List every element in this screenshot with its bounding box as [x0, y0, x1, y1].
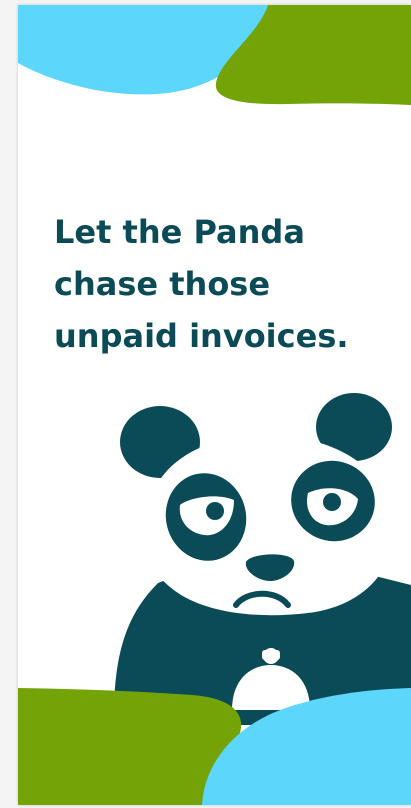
- headline: Let the Panda chase those unpaid invoice…: [54, 206, 404, 362]
- promo-card: Let the Panda chase those unpaid invoice…: [18, 5, 411, 805]
- headline-line-1: Let the Panda: [54, 213, 305, 251]
- ad-page: Let the Panda chase those unpaid invoice…: [0, 0, 411, 808]
- panda-left-pupil: [206, 502, 224, 520]
- headline-line-3: unpaid invoices.: [54, 317, 349, 355]
- bell-knob: [263, 648, 279, 664]
- promo-illustration: [18, 5, 411, 805]
- headline-line-2: chase those: [54, 265, 271, 303]
- panda-right-pupil: [323, 493, 341, 511]
